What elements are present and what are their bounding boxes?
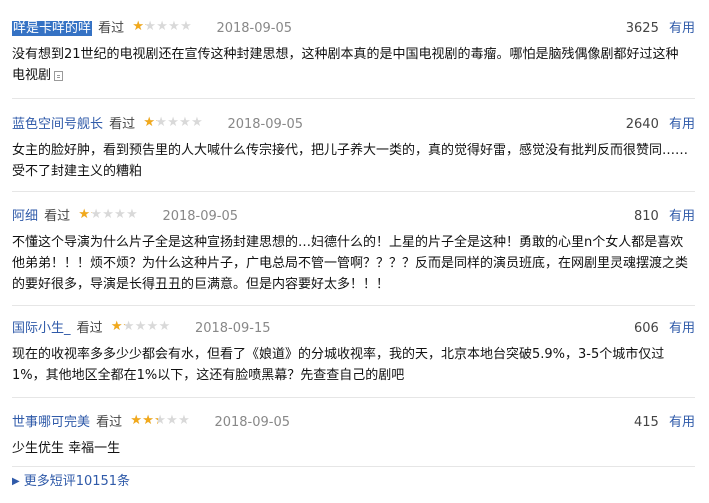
vote-count: 810 xyxy=(634,209,659,224)
star-icon-filled: ★★★★★ xyxy=(78,207,92,222)
divider xyxy=(12,397,695,398)
comment-header: 世事哪可完美 看过 ★★★★★ ★★★★★ 2018-09-05 415 有用 xyxy=(12,413,695,432)
vote-area: 415 有用 xyxy=(634,414,695,432)
vote-count: 3625 xyxy=(625,21,659,36)
divider xyxy=(12,305,695,306)
arrow-right-icon: ▶ xyxy=(12,476,20,487)
comment-date: 2018-09-15 xyxy=(194,321,271,336)
star-icon-filled: ★★★★★ xyxy=(110,319,125,334)
comment-header: 阿细 看过 ★★★★★ ★★★★★ 2018-09-05 810 有用 xyxy=(12,207,695,226)
comment-header: 国际小生_ 看过 ★★★★★ ★★★★★ 2018-09-15 606 有用 xyxy=(12,319,695,338)
comment-date: 2018-09-05 xyxy=(216,21,293,36)
comment-item: 咩是卡咩的咩 看过 ★★★★★ ★★★★★ 2018-09-05 3625 有用… xyxy=(12,19,695,86)
rating-stars: ★★★★★ ★★★★★ xyxy=(78,207,148,222)
comment-username[interactable]: 阿细 xyxy=(12,209,38,224)
comment-username[interactable]: 国际小生_ xyxy=(12,321,71,336)
comment-header: 蓝色空间号舰长 看过 ★★★★★ ★★★★★ 2018-09-05 2640 有… xyxy=(12,115,695,134)
more-comments-label: 更多短评10151条 xyxy=(23,474,131,489)
comment-username[interactable]: 世事哪可完美 xyxy=(12,415,90,430)
comment-text: 不懂这个导演为什么片子全是这种宣扬封建思想的…妇德什么的！上星的片子全是这种！勇… xyxy=(12,235,689,292)
comment-text: 没有想到21世纪的电视剧还在宣传这种封建思想，这种剧本真的是中国电视剧的毒瘤。哪… xyxy=(12,47,679,83)
rating-stars: ★★★★★ ★★★★★ xyxy=(130,413,200,428)
viewed-status: 看过 xyxy=(109,117,136,132)
useful-button[interactable]: 有用 xyxy=(669,209,695,224)
rating-stars: ★★★★★ ★★★★★ xyxy=(143,115,213,130)
rating-stars: ★★★★★ ★★★★★ xyxy=(110,319,181,334)
viewed-status: 看过 xyxy=(44,209,71,224)
vote-area: 810 有用 xyxy=(634,208,695,226)
vote-area: 606 有用 xyxy=(634,320,695,338)
vote-count: 415 xyxy=(634,415,659,430)
viewed-status: 看过 xyxy=(96,415,123,430)
useful-button[interactable]: 有用 xyxy=(669,415,695,430)
comment-text-wrap: 没有想到21世纪的电视剧还在宣传这种封建思想，这种剧本真的是中国电视剧的毒瘤。哪… xyxy=(12,44,695,86)
vote-count: 2640 xyxy=(625,117,659,132)
divider xyxy=(12,191,695,192)
comment-header: 咩是卡咩的咩 看过 ★★★★★ ★★★★★ 2018-09-05 3625 有用 xyxy=(12,19,695,38)
useful-button[interactable]: 有用 xyxy=(669,117,695,132)
viewed-status: 看过 xyxy=(98,21,125,36)
comment-date: 2018-09-05 xyxy=(227,117,304,132)
comment-text-wrap: 现在的收视率多多少少都会有水，但看了《娘道》的分城收视率，我的天，北京本地台突破… xyxy=(12,344,695,386)
rating-stars: ★★★★★ ★★★★★ xyxy=(132,19,202,34)
comment-text-wrap: 女主的脸好肿，看到预告里的人大喊什么传宗接代，把儿子养大一类的，真的觉得好雷，感… xyxy=(12,140,695,182)
star-icon-filled: ★★★★★ xyxy=(132,19,146,34)
useful-button[interactable]: 有用 xyxy=(669,321,695,336)
comment-text-wrap: 不懂这个导演为什么片子全是这种宣扬封建思想的…妇德什么的！上星的片子全是这种！勇… xyxy=(12,232,695,295)
vote-area: 3625 有用 xyxy=(626,20,695,38)
useful-button[interactable]: 有用 xyxy=(669,21,695,36)
comment-text: 女主的脸好肿，看到预告里的人大喊什么传宗接代，把儿子养大一类的，真的觉得好雷，感… xyxy=(12,143,689,179)
divider xyxy=(12,98,695,99)
comment-date: 2018-09-05 xyxy=(214,415,291,430)
vote-count: 606 xyxy=(634,321,659,336)
short-comments-panel: 咩是卡咩的咩 看过 ★★★★★ ★★★★★ 2018-09-05 3625 有用… xyxy=(0,0,709,503)
comment-date: 2018-09-05 xyxy=(162,209,239,224)
comment-item: 阿细 看过 ★★★★★ ★★★★★ 2018-09-05 810 有用 不懂这个… xyxy=(12,207,695,295)
comment-item: 国际小生_ 看过 ★★★★★ ★★★★★ 2018-09-15 606 有用 现… xyxy=(12,319,695,386)
comment-username[interactable]: 咩是卡咩的咩 xyxy=(12,21,93,36)
comment-text-wrap: 少生优生 幸福一生 xyxy=(12,438,695,459)
comment-username[interactable]: 蓝色空间号舰长 xyxy=(12,117,103,132)
vote-area: 2640 有用 xyxy=(626,116,695,134)
divider xyxy=(12,466,695,467)
comment-text: 现在的收视率多多少少都会有水，但看了《娘道》的分城收视率，我的天，北京本地台突破… xyxy=(12,347,665,383)
star-icon-filled: ★★★★★ xyxy=(130,413,158,428)
comment-item: 世事哪可完美 看过 ★★★★★ ★★★★★ 2018-09-05 415 有用 … xyxy=(12,413,695,459)
viewed-status: 看过 xyxy=(76,321,103,336)
comment-text: 少生优生 幸福一生 xyxy=(12,441,121,456)
expand-icon[interactable] xyxy=(54,71,64,81)
comment-item: 蓝色空间号舰长 看过 ★★★★★ ★★★★★ 2018-09-05 2640 有… xyxy=(12,115,695,182)
more-comments-link[interactable]: ▶ 更多短评10151条 xyxy=(12,473,130,491)
star-icon-filled: ★★★★★ xyxy=(143,115,157,130)
